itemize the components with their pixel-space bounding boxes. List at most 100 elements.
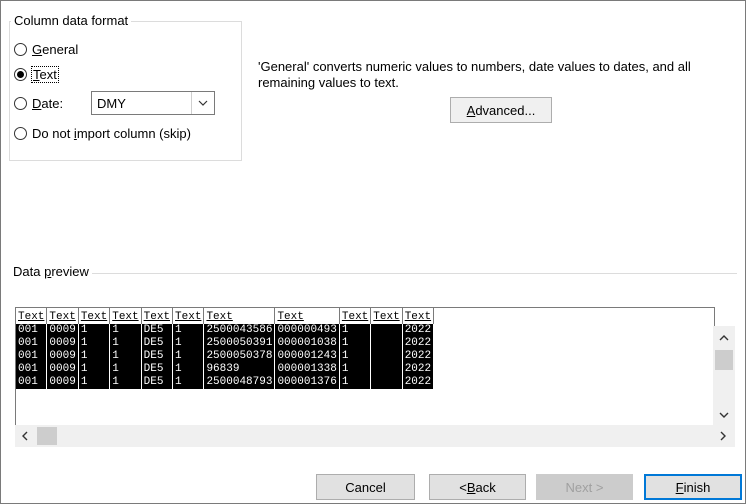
preview-cell[interactable] xyxy=(370,376,403,389)
preview-cell[interactable]: 1 xyxy=(172,376,205,389)
preview-cell[interactable]: 1 xyxy=(109,337,142,350)
preview-cell[interactable]: 1 xyxy=(172,324,205,337)
preview-cell[interactable]: 1 xyxy=(109,376,142,389)
preview-cell[interactable]: 001 xyxy=(16,376,48,389)
preview-cell[interactable]: 1 xyxy=(109,350,142,363)
preview-cell[interactable]: 2022 xyxy=(402,376,435,389)
finish-label: inish xyxy=(683,479,711,495)
preview-cell[interactable]: DE5 xyxy=(141,337,174,350)
preview-cell[interactable]: DE5 xyxy=(141,363,174,376)
preview-column-header[interactable]: Text xyxy=(203,308,276,324)
vertical-scroll-thumb[interactable] xyxy=(715,350,733,370)
preview-cell[interactable]: 000000493 xyxy=(274,324,340,337)
radio-button-icon[interactable] xyxy=(14,43,27,56)
preview-column-header[interactable]: Text xyxy=(46,308,79,324)
preview-column-header[interactable]: Text xyxy=(274,308,340,324)
preview-cell[interactable] xyxy=(370,363,403,376)
preview-cell[interactable]: DE5 xyxy=(141,350,174,363)
radio-date[interactable]: Date: xyxy=(14,96,63,111)
preview-cell[interactable]: 1 xyxy=(78,324,111,337)
preview-cell[interactable]: 0009 xyxy=(46,350,79,363)
preview-column-header[interactable]: Text xyxy=(172,308,205,324)
preview-column-header[interactable]: Text xyxy=(16,308,48,324)
preview-cell[interactable] xyxy=(370,350,403,363)
chevron-down-icon[interactable] xyxy=(713,407,735,423)
preview-cell[interactable]: 1 xyxy=(78,350,111,363)
preview-column-header[interactable]: Text xyxy=(339,308,372,324)
radio-general-label: General xyxy=(32,42,79,57)
preview-cell[interactable]: DE5 xyxy=(141,376,174,389)
chevron-up-icon[interactable] xyxy=(713,330,735,346)
radio-button-icon[interactable] xyxy=(14,127,27,140)
chevron-down-icon[interactable] xyxy=(191,92,214,114)
preview-cell[interactable]: 1 xyxy=(78,337,111,350)
preview-cell[interactable]: DE5 xyxy=(141,324,174,337)
preview-cell[interactable] xyxy=(370,324,403,337)
chevron-right-icon[interactable] xyxy=(713,425,733,447)
data-preview-grid[interactable]: Text Text Text Text Text Text Text Text Text Text… xyxy=(15,307,715,426)
date-format-value: DMY xyxy=(97,96,126,111)
preview-cell[interactable]: 1 xyxy=(172,363,205,376)
preview-cell[interactable]: 1 xyxy=(339,376,372,389)
preview-cell[interactable]: 2022 xyxy=(402,324,435,337)
preview-cell[interactable]: 000001038 xyxy=(274,337,340,350)
preview-row: 001 0009 1 1 DE5 1 2500043586 000000493 1 2022 xyxy=(16,324,435,337)
finish-button[interactable]: Finish xyxy=(644,474,742,500)
preview-cell[interactable]: 001 xyxy=(16,350,48,363)
preview-cell[interactable]: 96839 xyxy=(203,363,276,376)
preview-cell[interactable] xyxy=(370,337,403,350)
preview-cell[interactable]: 000001338 xyxy=(274,363,340,376)
radio-general[interactable]: General xyxy=(14,42,78,57)
preview-column-header[interactable]: Text xyxy=(78,308,111,324)
horizontal-scroll-thumb[interactable] xyxy=(37,427,57,445)
preview-horizontal-scrollbar[interactable] xyxy=(15,425,735,447)
data-preview-legend: Data preview xyxy=(13,264,92,279)
cancel-button[interactable]: Cancel xyxy=(316,474,415,500)
preview-cell[interactable]: 1 xyxy=(172,350,205,363)
back-button[interactable]: < Back xyxy=(429,474,526,500)
preview-cell[interactable]: 0009 xyxy=(46,363,79,376)
advanced-button[interactable]: Advanced... xyxy=(450,97,552,123)
preview-cell[interactable]: 1 xyxy=(172,337,205,350)
preview-cell[interactable]: 1 xyxy=(339,337,372,350)
preview-cell[interactable]: 000001376 xyxy=(274,376,340,389)
preview-cell[interactable]: 2022 xyxy=(402,350,435,363)
preview-cell[interactable]: 001 xyxy=(16,324,48,337)
preview-cell[interactable]: 1 xyxy=(339,363,372,376)
preview-column-header[interactable]: Text xyxy=(141,308,174,324)
data-preview-table[interactable]: Text Text Text Text Text Text Text Text Text Text… xyxy=(16,308,435,389)
preview-cell[interactable]: 2500050378 xyxy=(203,350,276,363)
preview-cell[interactable]: 001 xyxy=(16,363,48,376)
chevron-left-icon[interactable] xyxy=(15,425,35,447)
preview-column-header[interactable]: Text xyxy=(370,308,403,324)
preview-row: 001 0009 1 1 DE5 1 96839 000001338 1 2022 xyxy=(16,363,435,376)
preview-column-header[interactable]: Text xyxy=(402,308,435,324)
radio-text[interactable]: Text xyxy=(14,66,59,83)
preview-cell[interactable]: 2500050391 xyxy=(203,337,276,350)
radio-button-checked-icon[interactable] xyxy=(14,68,27,81)
preview-cell[interactable]: 001 xyxy=(16,337,48,350)
preview-cell[interactable]: 1 xyxy=(339,324,372,337)
preview-cell[interactable]: 2500048793 xyxy=(203,376,276,389)
preview-cell[interactable]: 2022 xyxy=(402,337,435,350)
preview-column-header[interactable]: Text xyxy=(109,308,142,324)
advanced-label: dvanced... xyxy=(475,102,536,118)
preview-cell[interactable]: 1 xyxy=(109,324,142,337)
date-format-select[interactable]: DMY xyxy=(91,91,215,115)
preview-cell[interactable]: 2500043586 xyxy=(203,324,276,337)
preview-cell[interactable]: 2022 xyxy=(402,363,435,376)
radio-button-icon[interactable] xyxy=(14,97,27,110)
preview-cell[interactable]: 0009 xyxy=(46,324,79,337)
preview-cell[interactable]: 0009 xyxy=(46,376,79,389)
next-button[interactable]: Next > xyxy=(536,474,633,500)
radio-text-label: Text xyxy=(31,66,59,83)
preview-cell[interactable]: 1 xyxy=(109,363,142,376)
preview-cell[interactable]: 1 xyxy=(78,363,111,376)
preview-vertical-scrollbar[interactable] xyxy=(713,326,735,425)
radio-do-not-import[interactable]: Do not import column (skip) xyxy=(14,126,191,141)
preview-cell[interactable]: 0009 xyxy=(46,337,79,350)
preview-cell[interactable]: 000001243 xyxy=(274,350,340,363)
preview-cell[interactable]: 1 xyxy=(78,376,111,389)
back-mnemonic: B xyxy=(466,479,476,495)
preview-cell[interactable]: 1 xyxy=(339,350,372,363)
